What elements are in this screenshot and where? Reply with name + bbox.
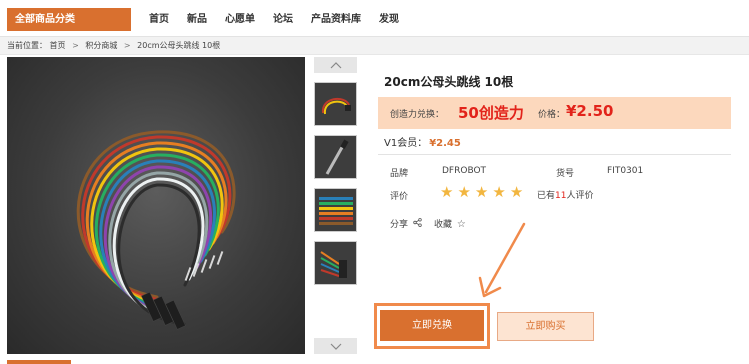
price-label: 价格： bbox=[538, 110, 566, 120]
product-main-image[interactable] bbox=[7, 57, 305, 354]
breadcrumb: 当前位置： 首页 > 积分商城 > 20cm公母头跳线 10根 bbox=[0, 37, 749, 55]
nav-item-wishlist[interactable]: 心愿单 bbox=[216, 8, 264, 31]
thumbnail-strip bbox=[314, 57, 357, 354]
price-value: ¥2.50 bbox=[566, 102, 614, 120]
jumper-wire-illustration bbox=[76, 130, 236, 330]
v1-member-price: V1会员： ¥2.45 bbox=[384, 134, 461, 149]
thumbnail-1[interactable] bbox=[314, 82, 357, 126]
credit-label: 创造力兑换： bbox=[390, 110, 445, 120]
review-number: 11 bbox=[555, 191, 567, 201]
nav-item-home[interactable]: 首页 bbox=[140, 8, 178, 31]
chevron-down-icon[interactable] bbox=[314, 338, 357, 354]
top-nav-bar: 全部商品分类 首页 新品 心愿单 论坛 产品资料库 发现 bbox=[0, 0, 749, 37]
review-prefix: 已有 bbox=[537, 191, 556, 201]
nav-item-new[interactable]: 新品 bbox=[178, 8, 216, 31]
exchange-now-button[interactable]: 立即兑换 bbox=[380, 310, 484, 341]
star-icon: ★ bbox=[492, 183, 506, 201]
share-label: 分享 bbox=[390, 220, 409, 230]
breadcrumb-item-home[interactable]: 首页 bbox=[50, 41, 66, 50]
sku-value: FIT0301 bbox=[607, 166, 644, 176]
rating-label: 评价 bbox=[390, 192, 409, 202]
thumbnail-2[interactable] bbox=[314, 135, 357, 179]
review-count[interactable]: 已有11人评价 bbox=[537, 188, 593, 201]
buy-now-button[interactable]: 立即购买 bbox=[497, 312, 594, 341]
collect-label: 收藏 bbox=[434, 220, 453, 230]
star-icon: ★ bbox=[509, 183, 524, 201]
star-icon: ★ bbox=[457, 183, 471, 201]
chevron-up-icon[interactable] bbox=[314, 57, 357, 73]
thumbnail-4[interactable] bbox=[314, 241, 357, 285]
sku-label: 货号 bbox=[556, 169, 575, 179]
product-title: 20cm公母头跳线 10根 bbox=[384, 75, 514, 89]
breadcrumb-item-points-mall[interactable]: 积分商城 bbox=[85, 41, 117, 50]
all-categories-button[interactable]: 全部商品分类 bbox=[7, 8, 131, 31]
collect-button[interactable]: 收藏 ☆ bbox=[434, 217, 466, 230]
divider bbox=[378, 154, 731, 155]
breadcrumb-prefix: 当前位置： bbox=[7, 41, 47, 50]
credit-value: 50创造力 bbox=[458, 104, 524, 122]
thumbnail-3[interactable] bbox=[314, 188, 357, 232]
star-icon: ★ bbox=[440, 183, 454, 201]
price-band: 创造力兑换： 50创造力 价格： ¥2.50 bbox=[378, 97, 731, 129]
rating-stars: ★ ★ ★ ★ ★ bbox=[440, 185, 523, 200]
breadcrumb-separator: > bbox=[123, 41, 131, 50]
breadcrumb-separator: > bbox=[72, 41, 79, 50]
review-suffix: 人评价 bbox=[566, 191, 594, 201]
breadcrumb-item-current: 20cm公母头跳线 10根 bbox=[137, 41, 221, 50]
main-nav: 首页 新品 心愿单 论坛 产品资料库 发现 bbox=[140, 8, 408, 31]
star-outline-icon: ☆ bbox=[456, 219, 466, 230]
v1-price-value: ¥2.45 bbox=[429, 138, 461, 149]
v1-label: V1会员： bbox=[384, 138, 428, 149]
share-button[interactable]: 分享 bbox=[390, 217, 422, 230]
nav-item-discover[interactable]: 发现 bbox=[370, 8, 408, 31]
nav-item-forum[interactable]: 论坛 bbox=[264, 8, 302, 31]
nav-item-product-library[interactable]: 产品资料库 bbox=[302, 8, 370, 31]
brand-value[interactable]: DFROBOT bbox=[442, 166, 486, 176]
brand-label: 品牌 bbox=[390, 169, 409, 179]
bottom-tab-indicator bbox=[7, 360, 71, 364]
annotation-arrow-icon bbox=[478, 222, 526, 298]
star-icon: ★ bbox=[474, 183, 489, 201]
share-icon bbox=[413, 218, 422, 230]
